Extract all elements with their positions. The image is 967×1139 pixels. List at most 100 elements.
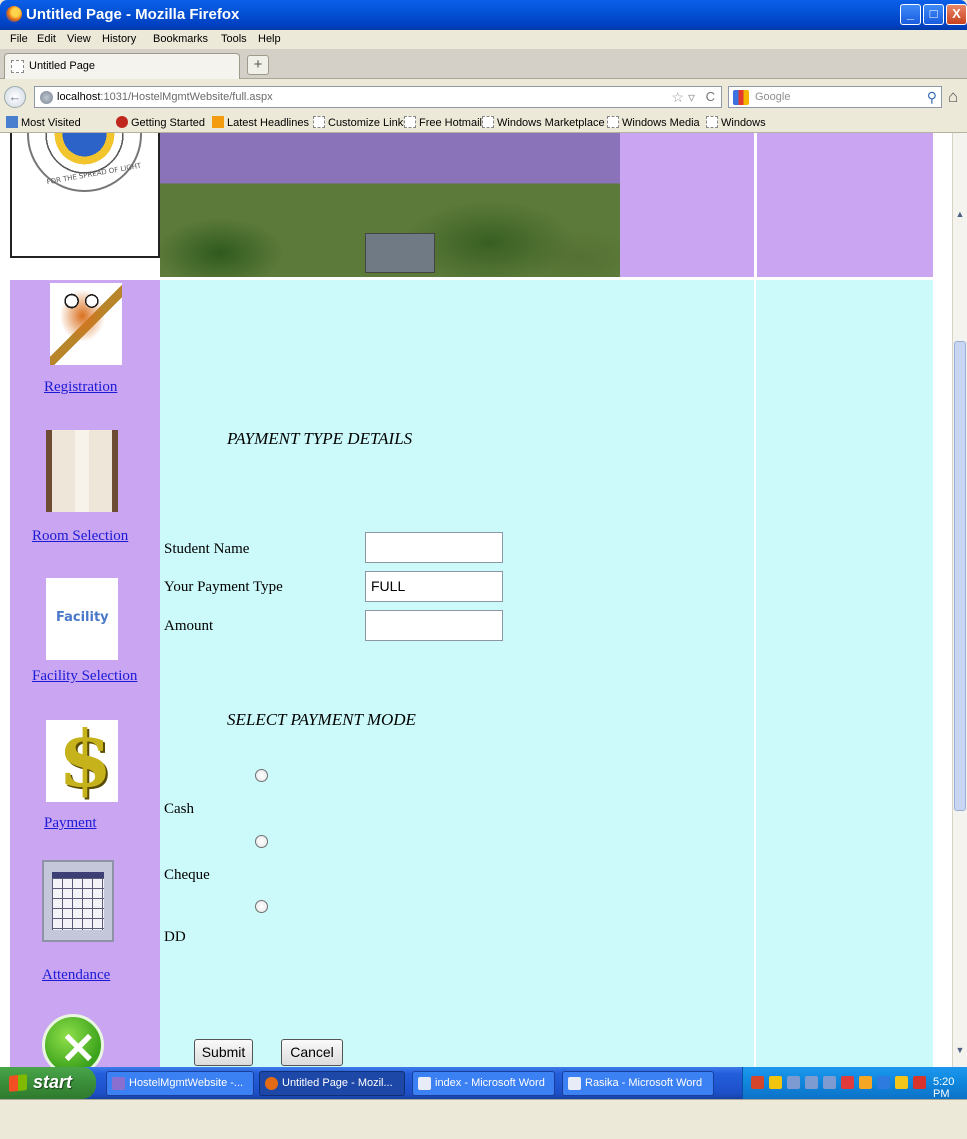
bookmark-customize-links[interactable]: Customize Links <box>313 116 409 129</box>
bookmark-getting-started[interactable]: Getting Started <box>116 116 205 129</box>
college-building-photo <box>160 133 620 277</box>
student-name-label: Student Name <box>164 541 250 557</box>
tab-untitled-page[interactable]: Untitled Page <box>4 53 240 79</box>
owl-icon[interactable] <box>50 283 122 365</box>
tray-app-icon[interactable] <box>769 1076 782 1089</box>
search-icon[interactable]: ⚲ <box>927 89 937 106</box>
url-host: localhost <box>57 91 101 103</box>
cheque-radio[interactable] <box>255 835 268 848</box>
submit-button[interactable]: Submit <box>194 1039 253 1066</box>
tray-app-icon[interactable] <box>841 1076 854 1089</box>
dollar-icon[interactable]: $ <box>46 714 118 805</box>
menu-help[interactable]: Help <box>258 33 281 45</box>
windows-flag-icon <box>9 1074 27 1092</box>
tray-app-icon[interactable] <box>859 1076 872 1089</box>
tray-app-icon[interactable] <box>895 1076 908 1089</box>
sidebar-item-attendance[interactable]: Attendance <box>42 967 110 984</box>
system-tray: 5:20 PM <box>742 1067 967 1100</box>
task-rasika-word[interactable]: Rasika - Microsoft Word <box>562 1071 714 1096</box>
amount-field[interactable] <box>365 610 503 641</box>
task-label: Rasika - Microsoft Word <box>585 1077 703 1089</box>
search-placeholder: Google <box>755 91 791 103</box>
header-logo-cell: FOR THE SPREAD OF LIGHT <box>10 133 160 258</box>
cancel-button[interactable]: Cancel <box>281 1039 343 1066</box>
sidebar-item-room-selection[interactable]: Room Selection <box>32 528 128 545</box>
amount-label: Amount <box>164 618 214 634</box>
bottom-strip <box>0 1099 967 1139</box>
calendar-icon[interactable] <box>42 860 114 942</box>
facility-icon-text: Facility <box>56 610 109 625</box>
bluetooth-icon[interactable] <box>877 1076 890 1089</box>
bookmark-star-icon[interactable]: ☆ ▿ <box>672 89 695 106</box>
cheque-label: Cheque <box>164 867 210 883</box>
facility-icon[interactable]: Facility <box>46 578 118 660</box>
bookmark-label: Latest Headlines <box>227 117 309 129</box>
right-column <box>754 280 933 1067</box>
bookmark-label: Getting Started <box>131 117 205 129</box>
tray-app-icon[interactable] <box>751 1076 764 1089</box>
page-icon <box>706 116 718 128</box>
tab-label: Untitled Page <box>29 60 96 72</box>
antivirus-icon[interactable] <box>913 1076 926 1089</box>
google-icon[interactable] <box>733 90 749 105</box>
payment-mode-heading: SELECT PAYMENT MODE <box>227 710 416 729</box>
task-firefox[interactable]: Untitled Page - Mozil... <box>259 1071 405 1096</box>
navigation-bar: ← localhost:1031/HostelMgmtWebsite/full.… <box>0 79 967 113</box>
start-button[interactable]: start <box>0 1067 96 1099</box>
payment-type-field[interactable]: FULL <box>365 571 503 602</box>
url-bar[interactable]: localhost:1031/HostelMgmtWebsite/full.as… <box>34 86 722 108</box>
menu-view[interactable]: View <box>67 33 91 45</box>
folder-icon <box>6 116 18 128</box>
new-tab-button[interactable]: + <box>247 55 269 75</box>
rss-icon <box>212 116 224 128</box>
task-hostel-website[interactable]: HostelMgmtWebsite -... <box>106 1071 254 1096</box>
network-icon[interactable] <box>787 1076 800 1089</box>
reload-icon[interactable]: C <box>706 89 715 104</box>
window-title-bar[interactable]: Untitled Page - Mozilla Firefox _ □ X <box>0 0 967 30</box>
room-icon[interactable] <box>46 430 118 512</box>
bookmark-windows[interactable]: Windows <box>706 116 766 129</box>
cash-radio[interactable] <box>255 769 268 782</box>
menu-edit[interactable]: Edit <box>37 33 56 45</box>
scroll-up-icon[interactable]: ▲ <box>954 209 966 223</box>
header-right-cell <box>755 133 933 277</box>
menu-history[interactable]: History <box>102 33 136 45</box>
scrollbar-thumb[interactable] <box>954 341 966 811</box>
menu-tools[interactable]: Tools <box>221 33 247 45</box>
task-index-word[interactable]: index - Microsoft Word <box>412 1071 555 1096</box>
task-label: index - Microsoft Word <box>435 1077 545 1089</box>
sidebar-item-facility-selection[interactable]: Facility Selection <box>32 668 137 685</box>
menu-bookmarks[interactable]: Bookmarks <box>153 33 208 45</box>
bookmark-windows-media[interactable]: Windows Media <box>607 116 700 129</box>
bookmarks-toolbar: Most Visited Getting Started Latest Head… <box>0 113 967 133</box>
menu-bar: File Edit View History Bookmarks Tools H… <box>0 30 967 49</box>
back-button[interactable]: ← <box>4 86 26 108</box>
student-name-field[interactable] <box>365 532 503 563</box>
firefox-icon <box>265 1077 278 1090</box>
app-icon <box>112 1077 125 1090</box>
sidebar-item-payment[interactable]: Payment <box>44 815 97 832</box>
cancel-nav-icon[interactable]: × <box>36 1010 108 1067</box>
close-icon-glyph: × <box>59 1019 98 1067</box>
globe-icon <box>40 91 53 104</box>
search-bar[interactable]: Google ⚲ <box>728 86 942 108</box>
menu-file[interactable]: File <box>10 33 28 45</box>
window-title: Untitled Page - Mozilla Firefox <box>26 6 240 23</box>
bookmark-latest-headlines[interactable]: Latest Headlines <box>212 116 309 129</box>
maximize-button[interactable]: □ <box>923 4 944 25</box>
bookmark-most-visited[interactable]: Most Visited <box>6 116 81 129</box>
close-button[interactable]: X <box>946 4 967 25</box>
bookmark-free-hotmail[interactable]: Free Hotmail <box>404 116 482 129</box>
vertical-scrollbar[interactable]: ▲ ▼ <box>952 133 967 1067</box>
dd-radio[interactable] <box>255 900 268 913</box>
sidebar-item-registration[interactable]: Registration <box>44 379 117 396</box>
task-label: Untitled Page - Mozil... <box>282 1077 393 1089</box>
bookmark-label: Most Visited <box>21 117 81 129</box>
minimize-button[interactable]: _ <box>900 4 921 25</box>
scroll-down-icon[interactable]: ▼ <box>954 1045 966 1059</box>
network-icon[interactable] <box>823 1076 836 1089</box>
bookmark-windows-marketplace[interactable]: Windows Marketplace <box>482 116 605 129</box>
home-icon[interactable]: ⌂ <box>948 87 958 107</box>
url-text: localhost:1031/HostelMgmtWebsite/full.as… <box>57 91 273 103</box>
network-icon[interactable] <box>805 1076 818 1089</box>
